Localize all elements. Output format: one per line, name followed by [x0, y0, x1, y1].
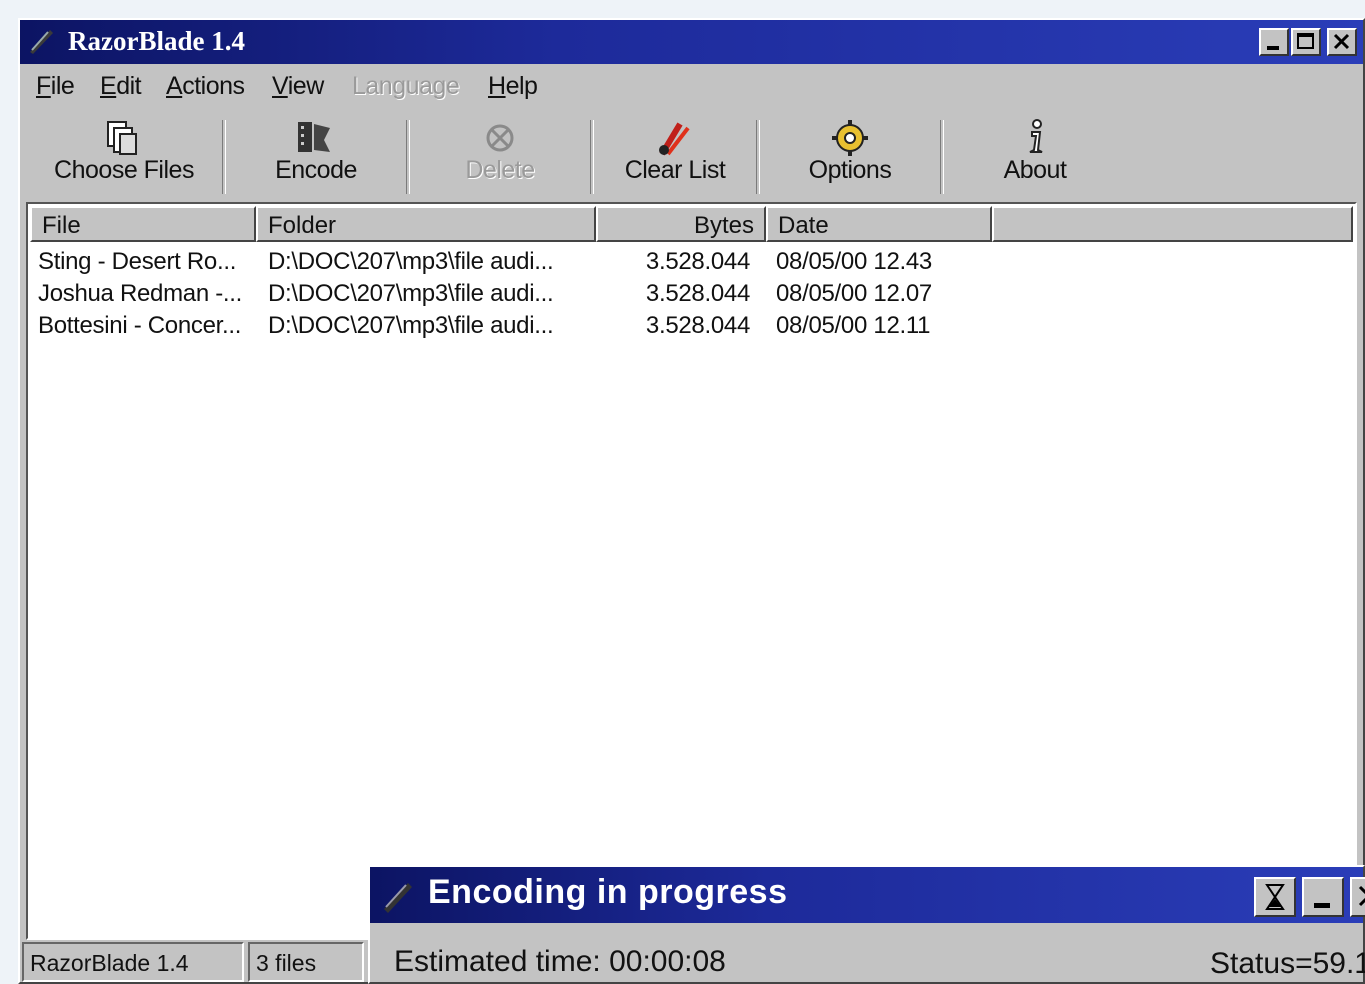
cell-file: Joshua Redman -... — [38, 280, 243, 307]
menu-edit-mnemonic: E — [100, 72, 117, 100]
window-title: RazorBlade 1.4 — [68, 26, 245, 56]
encode-button[interactable]: Encode — [228, 114, 404, 198]
cell-folder: D:\DOC\207\mp3\file audi... — [268, 312, 554, 339]
table-row[interactable]: Bottesini - Concer... D:\DOC\207\mp3\fil… — [28, 312, 1355, 344]
close-icon — [1333, 33, 1350, 50]
about-label: About — [1003, 156, 1067, 184]
delete-label: Delete — [465, 156, 535, 184]
status-file-count: 3 files — [248, 942, 364, 982]
menu-view-mnemonic: V — [272, 72, 288, 100]
cell-bytes: 3.528.044 — [645, 312, 750, 339]
delete-button[interactable]: Delete — [412, 114, 588, 198]
cell-file: Sting - Desert Ro... — [38, 248, 237, 275]
close-icon — [1358, 885, 1365, 907]
cell-date: 08/05/00 12.07 — [776, 280, 932, 307]
column-header-file[interactable]: File — [30, 206, 256, 242]
menu-file-mnemonic: F — [36, 72, 51, 100]
menu-edit[interactable]: Edit — [100, 72, 142, 101]
dialog-stay-on-top-button[interactable] — [1254, 877, 1296, 917]
dialog-title-bar[interactable]: Encoding in progress — [370, 867, 1365, 923]
status-app-name: RazorBlade 1.4 — [22, 942, 244, 982]
close-button[interactable] — [1327, 28, 1357, 56]
menu-view[interactable]: View — [272, 72, 324, 101]
info-icon — [1029, 119, 1043, 153]
maximize-button[interactable] — [1291, 28, 1321, 56]
menu-actions[interactable]: Actions — [166, 72, 245, 101]
encoding-status: Status=59.1 — [1210, 947, 1365, 980]
menu-language[interactable]: Language — [352, 72, 460, 101]
column-header-empty[interactable] — [992, 206, 1353, 242]
cell-bytes: 3.528.044 — [645, 248, 750, 275]
menu-edit-label: dit — [116, 72, 142, 100]
dialog-minimize-button[interactable] — [1302, 877, 1344, 917]
column-header-date[interactable]: Date — [766, 206, 992, 242]
clear-list-label: Clear List — [624, 156, 726, 184]
encode-label: Encode — [275, 156, 357, 184]
estimated-time: Estimated time: 00:00:08 — [394, 945, 726, 978]
encoding-progress-dialog: Encoding in progress Estimated time: 00:… — [368, 865, 1365, 984]
menu-actions-mnemonic: A — [166, 72, 183, 100]
razor-app-icon — [384, 883, 412, 913]
options-label: Options — [808, 156, 892, 184]
maximize-icon — [1297, 33, 1314, 49]
menu-help[interactable]: Help — [488, 72, 538, 101]
table-row[interactable]: Joshua Redman -... D:\DOC\207\mp3\file a… — [28, 280, 1355, 312]
options-button[interactable]: Options — [762, 114, 938, 198]
toolbar-separator — [756, 120, 760, 194]
menu-actions-label: ctions — [182, 72, 245, 100]
menu-help-label: elp — [505, 72, 538, 100]
toolbar-separator — [406, 120, 410, 194]
cell-folder: D:\DOC\207\mp3\file audi... — [268, 280, 554, 307]
minimize-icon — [1267, 46, 1279, 50]
toolbar: Choose Files Encode Delete Clear List Op… — [28, 114, 1353, 198]
choose-files-icon — [107, 121, 137, 155]
menu-help-mnemonic: H — [488, 72, 506, 100]
hourglass-icon — [1265, 884, 1285, 910]
menu-file[interactable]: File — [36, 72, 75, 101]
cell-folder: D:\DOC\207\mp3\file audi... — [268, 248, 554, 275]
delete-icon — [486, 124, 514, 152]
minimize-icon — [1314, 903, 1330, 908]
menu-language-label: Language — [352, 72, 460, 100]
menu-view-label: iew — [287, 72, 325, 100]
toolbar-separator — [940, 120, 944, 194]
menu-file-label: ile — [50, 72, 75, 100]
cell-bytes: 3.528.044 — [645, 280, 750, 307]
dialog-title: Encoding in progress — [428, 873, 788, 911]
toolbar-separator — [590, 120, 594, 194]
menu-bar: File Edit Actions View Language Help — [20, 66, 1363, 110]
clear-list-icon — [659, 122, 690, 156]
main-window: RazorBlade 1.4 File Edit Actions View La… — [18, 18, 1365, 984]
dialog-close-button[interactable] — [1350, 877, 1365, 917]
table-row[interactable]: Sting - Desert Ro... D:\DOC\207\mp3\file… — [28, 248, 1355, 280]
cell-date: 08/05/00 12.43 — [776, 248, 932, 275]
cell-file: Bottesini - Concer... — [38, 312, 242, 339]
file-list[interactable]: File Folder Bytes Date Sting - Desert Ro… — [26, 202, 1357, 940]
about-button[interactable]: About — [946, 114, 1124, 198]
column-header-folder[interactable]: Folder — [256, 206, 596, 242]
choose-files-button[interactable]: Choose Files — [28, 114, 220, 198]
encode-icon — [298, 122, 330, 152]
clear-list-button[interactable]: Clear List — [596, 114, 754, 198]
toolbar-separator — [222, 120, 226, 194]
razor-app-icon — [30, 30, 53, 54]
choose-files-label: Choose Files — [54, 156, 194, 184]
title-bar[interactable]: RazorBlade 1.4 — [20, 20, 1363, 64]
cell-date: 08/05/00 12.11 — [776, 312, 931, 339]
minimize-button[interactable] — [1259, 28, 1289, 56]
options-icon — [832, 120, 868, 156]
column-header-bytes[interactable]: Bytes — [596, 206, 766, 242]
